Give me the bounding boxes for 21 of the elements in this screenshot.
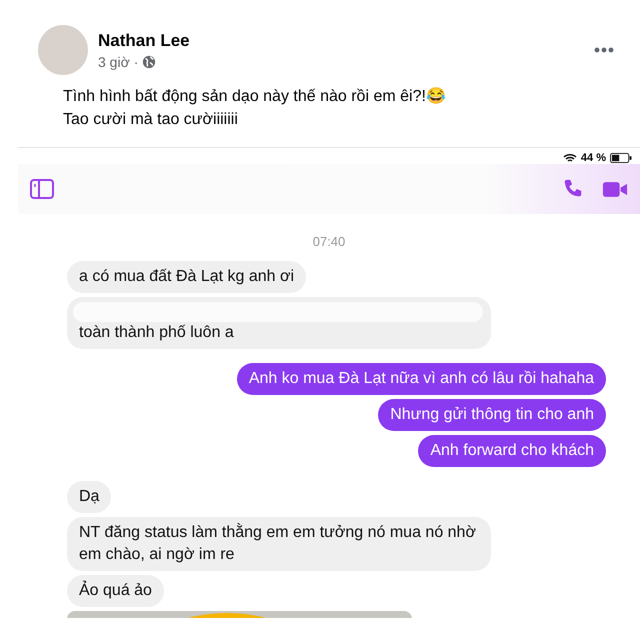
author-name[interactable]: Nathan Lee <box>98 30 584 50</box>
sidebar-icon[interactable] <box>30 179 54 199</box>
incoming-message: a có mua đất Đà Lạt kg anh ơi <box>67 261 306 293</box>
outgoing-message: Anh forward cho khách <box>418 435 606 467</box>
separator: · <box>134 54 138 70</box>
battery-icon <box>610 153 632 163</box>
globe-icon <box>142 54 156 68</box>
battery-percent: 44 % <box>580 152 606 164</box>
incoming-message: Ảo quá ảo <box>67 575 164 607</box>
outgoing-message: Nhưng gửi thông tin cho anh <box>378 399 606 431</box>
incoming-message: Dạ <box>67 481 112 513</box>
incoming-message: toàn thành phố luôn a <box>67 297 491 349</box>
post-text-line: Tình hình bất động sản dạo này thế nào rồi em êi?!😂 <box>63 86 446 107</box>
incoming-message: NT đăng status làm thằng em em tưởng nó mua nó nhờ em chào, ai ngờ im re <box>67 517 491 571</box>
message-timestamp: 07:40 <box>312 234 346 249</box>
video-camera-icon[interactable] <box>602 180 628 198</box>
outgoing-message: Anh ko mua Đà Lạt nữa vì anh có lâu rồi hahaha <box>236 363 606 395</box>
post-time[interactable]: 3 giờ <box>98 54 130 70</box>
wifi-icon <box>562 153 577 163</box>
post-text-line: Tao cười mà tao cườiiiiiii <box>63 110 238 130</box>
more-options-icon[interactable] <box>594 47 614 53</box>
